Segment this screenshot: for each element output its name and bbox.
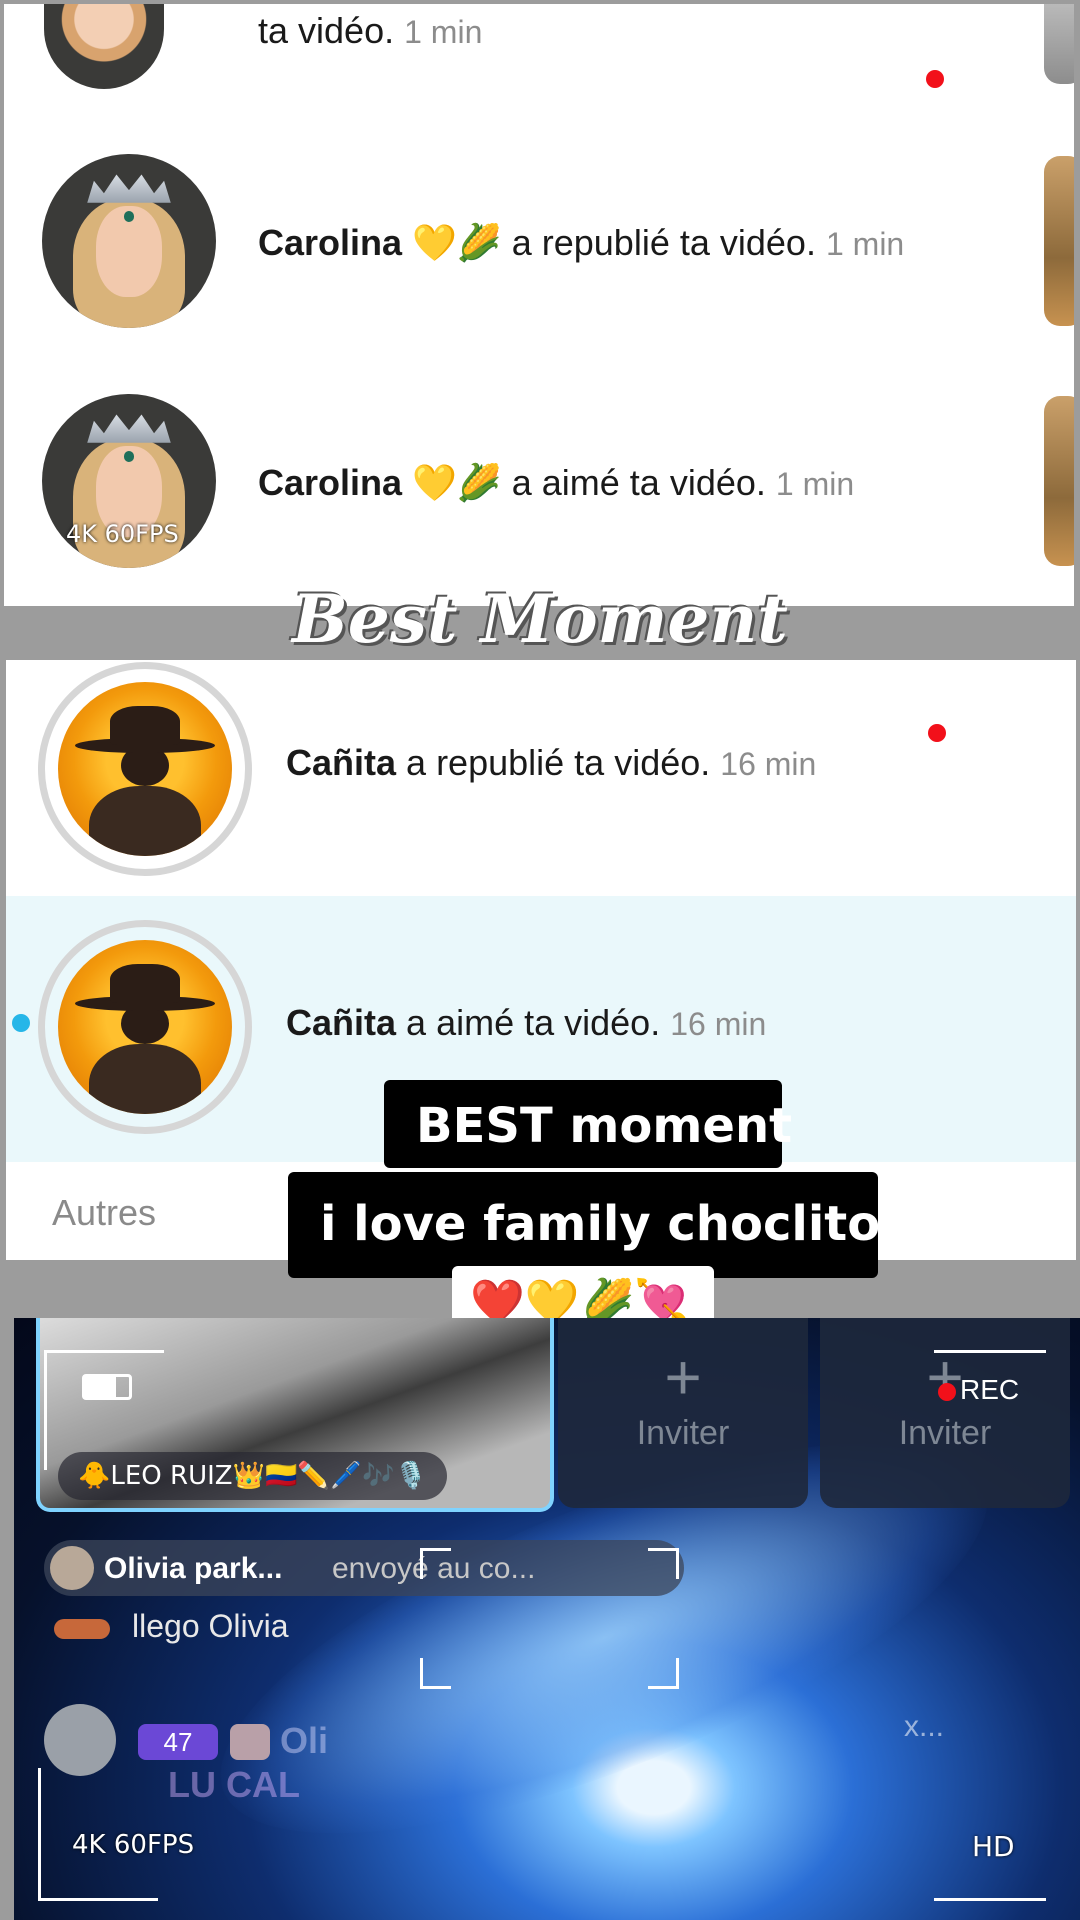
frame-corner <box>38 1898 158 1920</box>
notification-text: ta vidéo. 1 min <box>258 10 483 51</box>
frame-corner <box>1044 1768 1080 1900</box>
avatar[interactable] <box>58 940 232 1114</box>
notification-row[interactable]: ta vidéo. 1 min <box>4 4 1074 124</box>
notification-row[interactable]: Cañita a republié ta vidéo. 16 min <box>6 660 1076 896</box>
chat-message[interactable]: Olivia park... envoyé au co... <box>44 1540 684 1596</box>
chat-message[interactable]: llego Olivia <box>54 1608 289 1658</box>
username: Cañita <box>286 742 397 783</box>
avatar[interactable] <box>44 4 164 89</box>
focus-bracket <box>648 1548 679 1579</box>
frame-corner <box>44 1350 164 1393</box>
caption-line-1: BEST moment <box>384 1080 792 1168</box>
notifications-panel-mid: Cañita a republié ta vidéo. 16 min Cañit… <box>6 660 1076 1260</box>
gift-icon <box>54 1618 110 1639</box>
frame-corner <box>934 1350 1046 1393</box>
frame-corner <box>934 1898 1046 1920</box>
video-thumbnail[interactable] <box>1044 396 1074 566</box>
notifications-panel-top: ta vidéo. 1 min Carolina 💛🌽 a republié t… <box>4 4 1074 606</box>
video-thumbnail[interactable] <box>1044 156 1074 326</box>
username: Cañita <box>286 1002 397 1043</box>
section-header-others: Autres <box>52 1192 157 1233</box>
hd-watermark: HD <box>972 1830 1015 1863</box>
chat-user-row[interactable]: 47 Oli LU CAL <box>44 1704 544 1805</box>
focus-bracket <box>648 1658 679 1689</box>
invite-slot[interactable]: + Inviter <box>558 1318 808 1508</box>
focus-bracket <box>420 1548 451 1579</box>
avatar[interactable] <box>42 154 216 328</box>
avatar <box>44 1704 116 1776</box>
username: Carolina <box>258 222 403 263</box>
plus-icon: + <box>664 1341 702 1413</box>
level-badge: 47 <box>138 1724 218 1760</box>
host-name-tag[interactable]: 🐥LEO RUIZ👑🇨🇴✏️🖊️🎶🎙️ <box>58 1452 447 1500</box>
username: Carolina <box>258 462 403 503</box>
unread-dot <box>926 70 944 88</box>
video-thumbnail[interactable] <box>1044 4 1074 84</box>
caption-line-2: i love family choclitos <box>288 1172 909 1278</box>
close-hint: x... <box>904 1710 945 1743</box>
unread-indicator <box>12 1014 30 1032</box>
unread-dot <box>928 724 946 742</box>
focus-bracket <box>420 1658 451 1689</box>
quality-watermark: 4K 60FPS <box>66 520 179 548</box>
notification-row[interactable]: Carolina 💛🌽 a republié ta vidéo. 1 min <box>4 144 1074 344</box>
notification-text: Carolina 💛🌽 a republié ta vidéo. 1 min <box>258 222 905 264</box>
notification-text: Cañita a aimé ta vidéo. 16 min <box>286 1002 767 1043</box>
frame-corner <box>1044 1350 1080 1450</box>
invite-slot[interactable]: + Inviter <box>820 1318 1070 1508</box>
avatar <box>50 1546 94 1590</box>
overlay-title: Best Moment <box>292 580 788 658</box>
notification-text: Cañita a republié ta vidéo. 16 min <box>286 742 817 783</box>
quality-watermark: 4K 60FPS <box>72 1830 195 1860</box>
notification-text: Carolina 💛🌽 a aimé ta vidéo. 1 min <box>258 462 855 504</box>
invite-label: Inviter <box>898 1414 992 1452</box>
invite-label: Inviter <box>636 1414 730 1452</box>
avatar[interactable] <box>58 682 232 856</box>
live-stream-view[interactable]: 🐥LEO RUIZ👑🇨🇴✏️🖊️🎶🎙️ + Inviter + Inviter … <box>14 1318 1080 1920</box>
notification-row[interactable]: Carolina 💛🌽 a aimé ta vidéo. 1 min <box>4 384 1074 584</box>
fan-badge <box>230 1724 270 1760</box>
